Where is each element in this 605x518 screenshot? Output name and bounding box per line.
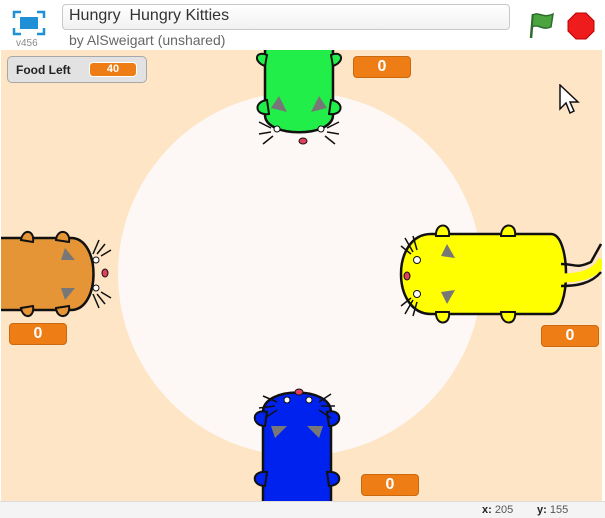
score-left: 0: [9, 323, 67, 345]
blue-kitty: [253, 388, 341, 501]
mouse-cursor-icon: [559, 84, 580, 115]
project-title-field[interactable]: Hungry Hungry Kitties: [62, 4, 510, 30]
orange-kitty: [1, 231, 112, 317]
mouse-y-label: y:: [537, 504, 547, 516]
stage-scene: [1, 50, 602, 501]
food-left-label: Food Left: [16, 63, 71, 77]
green-flag-button[interactable]: [528, 10, 556, 40]
player-header: v456 Hungry Hungry Kitties by AlSweigart…: [0, 0, 605, 50]
project-author: by AlSweigart (unshared): [69, 32, 226, 48]
stop-button[interactable]: [567, 12, 595, 40]
stage[interactable]: Food Left 40 0 0 0 0: [1, 50, 602, 501]
version-label: v456: [16, 38, 38, 49]
mouse-x-label: x:: [482, 504, 492, 516]
fullscreen-button[interactable]: [12, 10, 46, 36]
mouse-x-readout: x: 205: [482, 504, 513, 516]
mouse-x-value: 205: [494, 504, 514, 516]
yellow-kitty: [399, 224, 602, 324]
food-left-value: 40: [89, 62, 137, 77]
fullscreen-icon: [12, 10, 46, 36]
mouse-y-value: 155: [549, 504, 569, 516]
green-flag-icon: [529, 12, 554, 39]
mouse-y-readout: y: 155: [537, 504, 568, 516]
score-top: 0: [353, 56, 411, 78]
score-right: 0: [541, 325, 599, 347]
score-bottom: 0: [361, 474, 419, 496]
food-left-monitor[interactable]: Food Left 40: [7, 56, 147, 83]
stop-icon: [567, 12, 595, 40]
status-bar: x: 205 y: 155: [0, 501, 605, 518]
